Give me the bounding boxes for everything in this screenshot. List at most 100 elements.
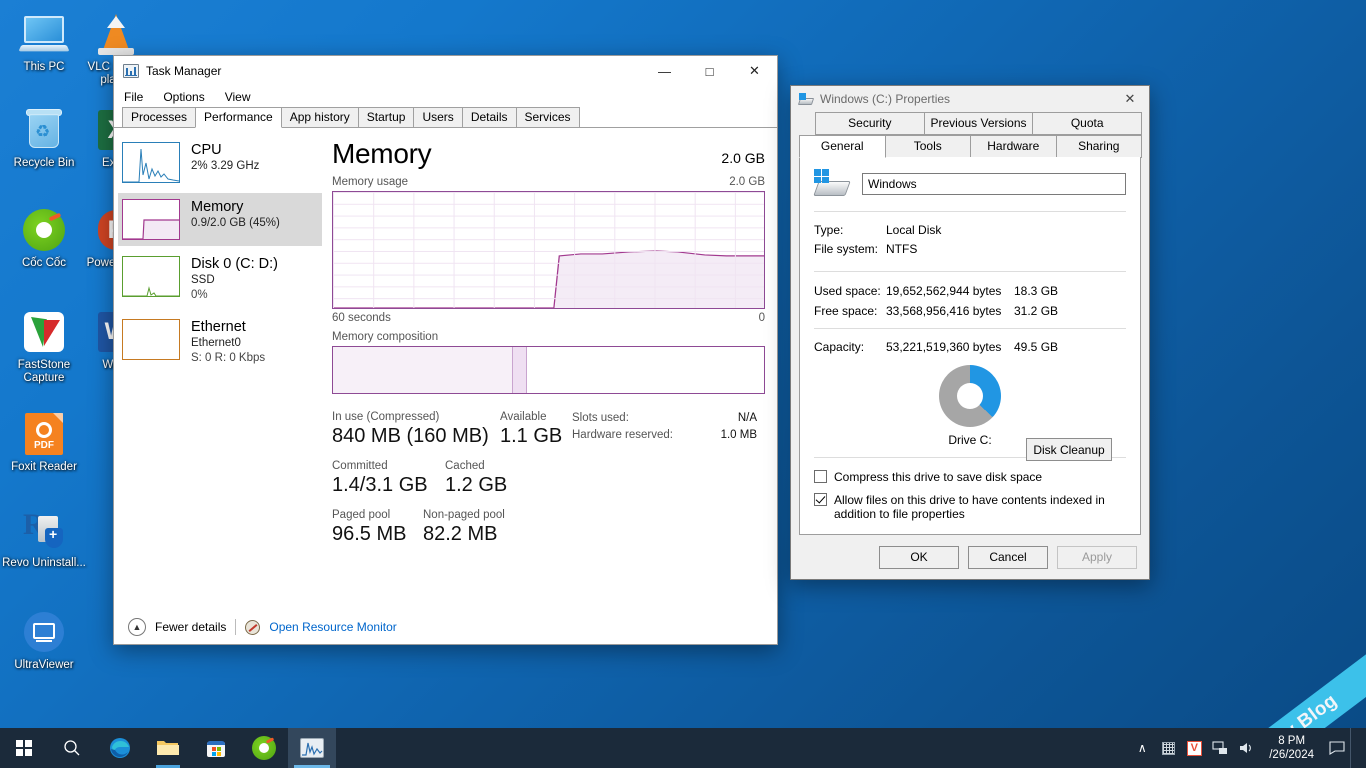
file-explorer-button[interactable] xyxy=(144,728,192,768)
tab-sharing[interactable]: Sharing xyxy=(1055,135,1142,158)
desktop-icon-revo-uninstaller[interactable]: R Revo Uninstall... xyxy=(2,506,86,570)
desktop-icon-foxit-reader[interactable]: PDF Foxit Reader xyxy=(6,410,82,474)
hardware-reserved-value: 1.0 MB xyxy=(720,429,757,441)
network-tray-icon[interactable] xyxy=(1207,728,1233,768)
in-use-value: 840 MB (160 MB) xyxy=(332,425,489,447)
index-checkbox[interactable] xyxy=(814,493,827,506)
ok-button[interactable]: OK xyxy=(879,545,959,569)
used-space-bytes: 19,652,562,944 bytes xyxy=(886,284,1002,298)
search-button[interactable] xyxy=(48,728,96,768)
disk-cleanup-button[interactable]: Disk Cleanup xyxy=(1026,438,1112,461)
fewer-details-button[interactable]: Fewer details xyxy=(155,620,226,634)
dialog-tab-row-top: Security Previous Versions Quota xyxy=(799,112,1143,135)
volume-label-input[interactable]: Windows xyxy=(862,173,1126,195)
tab-hardware[interactable]: Hardware xyxy=(970,135,1057,158)
dialog-title-bar[interactable]: Windows (C:) Properties ✕ xyxy=(791,86,1149,112)
tab-bar: Processes Performance App history Startu… xyxy=(114,107,777,128)
free-space-gb: 31.2 GB xyxy=(1014,304,1059,318)
resource-monitor-icon xyxy=(245,619,261,635)
sidebar-item-ethernet[interactable]: Ethernet Ethernet0 S: 0 R: 0 Kbps xyxy=(118,313,322,372)
folder-icon xyxy=(157,741,179,755)
maximize-button[interactable]: □ xyxy=(687,56,732,86)
cpu-thumbnail-graph xyxy=(122,142,180,183)
tab-tools[interactable]: Tools xyxy=(884,135,971,158)
windows-logo-icon xyxy=(16,740,32,756)
tab-previous-versions[interactable]: Previous Versions xyxy=(923,112,1034,135)
desktop-icon-label: UltraViewer xyxy=(14,659,74,671)
tab-app-history[interactable]: App history xyxy=(280,107,359,127)
store-icon xyxy=(207,741,225,757)
file-system-label: File system: xyxy=(814,242,879,256)
search-icon xyxy=(64,740,80,756)
memory-composition-bar[interactable] xyxy=(332,346,765,394)
compress-checkbox[interactable] xyxy=(814,470,827,483)
sidebar-item-memory[interactable]: Memory 0.9/2.0 GB (45%) xyxy=(118,193,322,246)
sidebar-item-cpu[interactable]: CPU 2% 3.29 GHz xyxy=(118,136,322,189)
vlc-tray-icon[interactable]: V xyxy=(1181,728,1207,768)
desktop-icon-recycle-bin[interactable]: ♻ Recycle Bin xyxy=(6,106,82,170)
close-button[interactable]: ✕ xyxy=(732,56,777,86)
coccoc-button[interactable] xyxy=(240,728,288,768)
paged-pool-label: Paged pool xyxy=(332,509,391,521)
edge-icon xyxy=(110,738,130,758)
open-resource-monitor-link[interactable]: Open Resource Monitor xyxy=(269,620,396,634)
tab-startup[interactable]: Startup xyxy=(357,107,415,127)
start-button[interactable] xyxy=(0,728,48,768)
memory-usage-label: Memory usage xyxy=(332,176,409,188)
desktop-icon-ultraviewer[interactable]: UltraViewer xyxy=(6,608,82,672)
total-memory-capacity: 2.0 GB xyxy=(721,150,765,166)
chart-x-axis-right: 0 xyxy=(758,312,765,324)
dialog-button-bar: OK Cancel Apply xyxy=(791,535,1149,579)
microsoft-store-button[interactable] xyxy=(192,728,240,768)
tab-security[interactable]: Security xyxy=(815,112,925,135)
action-center-icon[interactable] xyxy=(1324,728,1350,768)
desktop-icon-coccoc[interactable]: Cốc Cốc xyxy=(6,206,82,270)
index-contents-checkbox-row[interactable]: Allow files on this drive to have conten… xyxy=(814,493,1126,521)
tab-users[interactable]: Users xyxy=(413,107,463,127)
tab-processes[interactable]: Processes xyxy=(122,107,197,127)
tab-details[interactable]: Details xyxy=(461,107,517,127)
edge-button[interactable] xyxy=(96,728,144,768)
chart-x-axis-left: 60 seconds xyxy=(332,312,391,324)
menu-options[interactable]: Options xyxy=(163,90,204,104)
clock[interactable]: 8 PM /26/2024 xyxy=(1259,734,1324,762)
menu-file[interactable]: File xyxy=(124,90,143,104)
compress-checkbox-label: Compress this drive to save disk space xyxy=(834,470,1043,484)
volume-tray-icon[interactable] xyxy=(1233,728,1259,768)
cached-label: Cached xyxy=(445,460,485,472)
chart-gridlines xyxy=(333,192,764,308)
page-title: Memory xyxy=(332,138,432,169)
menu-view[interactable]: View xyxy=(225,90,251,104)
show-desktop-button[interactable] xyxy=(1350,728,1360,768)
task-manager-title-bar[interactable]: Task Manager — □ ✕ xyxy=(114,56,777,86)
chevron-up-icon[interactable]: ∧ xyxy=(1129,728,1155,768)
tab-quota[interactable]: Quota xyxy=(1032,112,1143,135)
minimize-button[interactable]: — xyxy=(642,56,687,86)
sidebar-item-disk[interactable]: Disk 0 (C: D:) SSD 0% xyxy=(118,250,322,309)
capacity-bytes: 53,221,519,360 bytes xyxy=(886,340,1002,354)
desktop-icon-label: Revo Uninstall... xyxy=(2,557,86,569)
composition-modified-segment xyxy=(511,347,527,393)
drive-icon xyxy=(797,92,815,106)
cancel-button[interactable]: Cancel xyxy=(968,545,1048,569)
memory-composition-label: Memory composition xyxy=(332,331,439,343)
task-manager-button[interactable] xyxy=(288,728,336,768)
hidden-icons-grid-icon[interactable] xyxy=(1155,728,1181,768)
general-tab-panel: Windows Type: Local Disk File system: NT… xyxy=(799,157,1141,535)
desktop-icon-this-pc[interactable]: This PC xyxy=(6,10,82,74)
sidebar-label: Memory xyxy=(191,199,244,215)
disk-usage-donut-chart: Drive C: Disk Cleanup xyxy=(814,365,1126,461)
composition-in-use-segment xyxy=(333,347,512,393)
tab-performance[interactable]: Performance xyxy=(195,107,282,128)
committed-label: Committed xyxy=(332,460,388,472)
tab-services[interactable]: Services xyxy=(515,107,580,127)
divider xyxy=(814,211,1126,212)
tab-general[interactable]: General xyxy=(799,135,886,158)
dialog-close-button[interactable]: ✕ xyxy=(1111,86,1149,112)
footer-divider xyxy=(235,619,237,635)
capacity-label: Capacity: xyxy=(814,340,865,354)
desktop-icon-faststone[interactable]: FastStone Capture xyxy=(6,308,82,385)
compress-drive-checkbox-row[interactable]: Compress this drive to save disk space xyxy=(814,470,1126,484)
chevron-up-icon[interactable]: ▲ xyxy=(128,618,146,636)
memory-statistics: In use (Compressed) 840 MB (160 MB) Avai… xyxy=(332,410,765,547)
